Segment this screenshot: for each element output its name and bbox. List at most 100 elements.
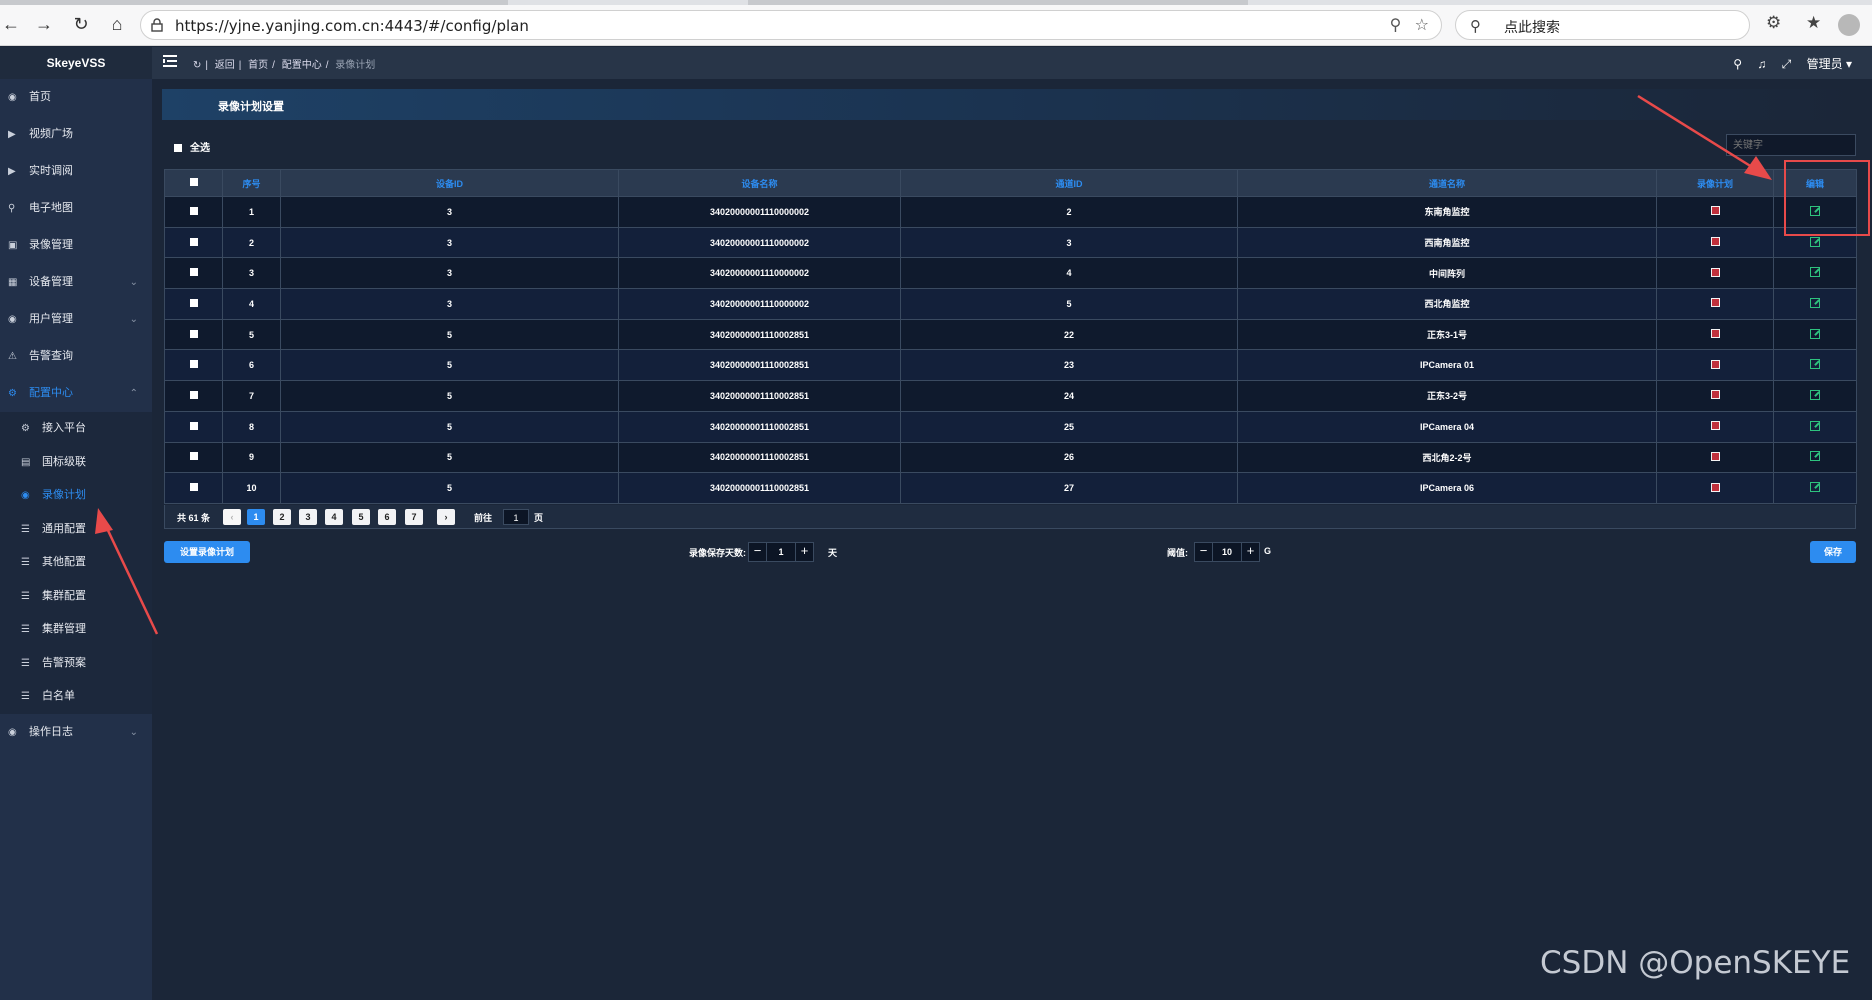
sidebar-sub-general[interactable]: ☰ 通用配置 bbox=[0, 513, 152, 547]
breadcrumb-home[interactable]: 首页 bbox=[248, 60, 268, 71]
edit-icon[interactable] bbox=[1810, 451, 1820, 462]
edit-icon[interactable] bbox=[1810, 389, 1820, 400]
row-checkbox[interactable] bbox=[164, 288, 223, 320]
sidebar-item-home[interactable]: ◉ 首页 bbox=[0, 79, 152, 116]
sidebar-sub-gb-cascade[interactable]: ▤ 国标级联 bbox=[0, 446, 152, 480]
fullscreen-icon[interactable]: ⤢ bbox=[1782, 57, 1792, 71]
sidebar-item-live[interactable]: ▶ 实时调阅 bbox=[0, 153, 152, 190]
record-plan-icon[interactable] bbox=[1710, 206, 1720, 216]
cell-record-plan[interactable] bbox=[1656, 380, 1774, 412]
search-icon[interactable]: ⚲ bbox=[1733, 57, 1742, 71]
breadcrumb-back[interactable]: 返回 bbox=[215, 60, 235, 71]
sidebar-sub-record-plan[interactable]: ◉ 录像计划 bbox=[0, 479, 152, 513]
header-checkbox[interactable] bbox=[164, 169, 223, 197]
extensions-icon[interactable]: ⚙ bbox=[1766, 13, 1781, 33]
select-all-checkbox[interactable]: 全选 bbox=[174, 139, 210, 154]
bell-icon[interactable]: ♫ bbox=[1757, 57, 1766, 71]
record-plan-icon[interactable] bbox=[1710, 237, 1720, 247]
sidebar-item-user[interactable]: ◉ 用户管理 ⌄ bbox=[0, 301, 152, 338]
minus-icon[interactable]: − bbox=[749, 543, 767, 561]
cell-edit[interactable] bbox=[1773, 349, 1857, 382]
reload-icon[interactable]: ↻ bbox=[70, 13, 92, 35]
keyword-search[interactable] bbox=[1726, 134, 1856, 156]
row-checkbox[interactable] bbox=[164, 226, 223, 259]
cell-record-plan[interactable] bbox=[1656, 472, 1774, 504]
cell-edit[interactable] bbox=[1773, 380, 1857, 412]
page-button[interactable]: 4 bbox=[325, 509, 343, 525]
sidebar-sub-cluster-config[interactable]: ☰ 集群配置 bbox=[0, 580, 152, 614]
goto-input[interactable]: 1 bbox=[503, 509, 529, 525]
cell-record-plan[interactable] bbox=[1656, 288, 1774, 320]
edit-icon[interactable] bbox=[1810, 297, 1820, 308]
row-checkbox[interactable] bbox=[164, 196, 223, 228]
record-plan-icon[interactable] bbox=[1710, 267, 1720, 277]
sidebar-item-device[interactable]: ▦ 设备管理 ⌄ bbox=[0, 264, 152, 301]
cell-record-plan[interactable] bbox=[1656, 257, 1774, 290]
back-arrow-icon[interactable]: ← bbox=[0, 13, 22, 35]
edit-icon[interactable] bbox=[1810, 359, 1820, 370]
record-plan-icon[interactable] bbox=[1710, 329, 1720, 339]
refresh-icon[interactable]: ↻ bbox=[193, 60, 201, 71]
record-plan-icon[interactable] bbox=[1710, 390, 1720, 400]
sidebar-sub-alarm-plan[interactable]: ☰ 告警预案 bbox=[0, 647, 152, 681]
row-checkbox[interactable] bbox=[164, 380, 223, 412]
days-stepper[interactable]: − 1 + bbox=[748, 542, 814, 562]
sidebar-item-record[interactable]: ▣ 录像管理 bbox=[0, 227, 152, 264]
zoom-icon[interactable]: ⚲ bbox=[1390, 17, 1402, 34]
row-checkbox[interactable] bbox=[164, 349, 223, 382]
address-bar[interactable]: https://yjne.yanjing.com.cn:4443/#/confi… bbox=[140, 10, 1442, 40]
edit-icon[interactable] bbox=[1810, 328, 1820, 339]
keyword-input[interactable] bbox=[1727, 135, 1847, 155]
browser-search[interactable]: ⚲ 点此搜索 bbox=[1455, 10, 1750, 40]
cell-edit[interactable] bbox=[1773, 472, 1857, 504]
edit-icon[interactable] bbox=[1810, 267, 1820, 278]
page-button[interactable]: 2 bbox=[273, 509, 291, 525]
page-button[interactable]: 3 bbox=[299, 509, 317, 525]
page-button[interactable]: 7 bbox=[405, 509, 423, 525]
browser-tab[interactable] bbox=[0, 0, 508, 5]
sidebar-item-map[interactable]: ⚲ 电子地图 bbox=[0, 190, 152, 227]
cell-edit[interactable] bbox=[1773, 288, 1857, 320]
page-button[interactable]: 5 bbox=[352, 509, 370, 525]
menu-toggle-icon[interactable] bbox=[163, 54, 177, 68]
row-checkbox[interactable] bbox=[164, 410, 223, 443]
cell-edit[interactable] bbox=[1773, 410, 1857, 443]
row-checkbox[interactable] bbox=[164, 318, 223, 351]
cell-record-plan[interactable] bbox=[1656, 318, 1774, 351]
plus-icon[interactable]: + bbox=[795, 543, 813, 561]
cell-record-plan[interactable] bbox=[1656, 226, 1774, 259]
browser-tab[interactable] bbox=[748, 0, 1248, 5]
cell-edit[interactable] bbox=[1773, 257, 1857, 290]
cell-edit[interactable] bbox=[1773, 318, 1857, 351]
days-value[interactable]: 1 bbox=[767, 543, 795, 561]
record-plan-icon[interactable] bbox=[1710, 482, 1720, 492]
sidebar-sub-other[interactable]: ☰ 其他配置 bbox=[0, 546, 152, 580]
cell-record-plan[interactable] bbox=[1656, 410, 1774, 443]
set-record-plan-button[interactable]: 设置录像计划 bbox=[164, 541, 250, 563]
breadcrumb-config[interactable]: 配置中心 bbox=[282, 60, 322, 71]
sidebar-item-video-square[interactable]: ▶ 视频广场 bbox=[0, 116, 152, 153]
record-plan-icon[interactable] bbox=[1710, 421, 1720, 431]
sidebar-item-log[interactable]: ◉ 操作日志 ⌄ bbox=[0, 714, 152, 751]
row-checkbox[interactable] bbox=[164, 257, 223, 290]
threshold-value[interactable]: 10 bbox=[1213, 543, 1241, 561]
threshold-stepper[interactable]: − 10 + bbox=[1194, 542, 1260, 562]
cell-edit[interactable] bbox=[1773, 441, 1857, 474]
next-page-button[interactable]: › bbox=[437, 509, 455, 525]
sidebar-sub-whitelist[interactable]: ☰ 白名单 bbox=[0, 680, 152, 714]
sidebar-item-alarm[interactable]: ⚠ 告警查询 bbox=[0, 338, 152, 375]
sidebar-sub-access[interactable]: ⚙ 接入平台 bbox=[0, 412, 152, 446]
cell-record-plan[interactable] bbox=[1656, 441, 1774, 474]
edit-icon[interactable] bbox=[1810, 482, 1820, 493]
plus-icon[interactable]: + bbox=[1241, 543, 1259, 561]
prev-page-button[interactable]: ‹ bbox=[223, 509, 241, 525]
edit-icon[interactable] bbox=[1810, 420, 1820, 431]
page-button[interactable]: 6 bbox=[378, 509, 396, 525]
cell-record-plan[interactable] bbox=[1656, 196, 1774, 228]
record-plan-icon[interactable] bbox=[1710, 298, 1720, 308]
record-plan-icon[interactable] bbox=[1710, 451, 1720, 461]
row-checkbox[interactable] bbox=[164, 441, 223, 474]
star-icon[interactable]: ☆ bbox=[1415, 17, 1429, 34]
profile-avatar[interactable] bbox=[1838, 14, 1860, 36]
minus-icon[interactable]: − bbox=[1195, 543, 1213, 561]
